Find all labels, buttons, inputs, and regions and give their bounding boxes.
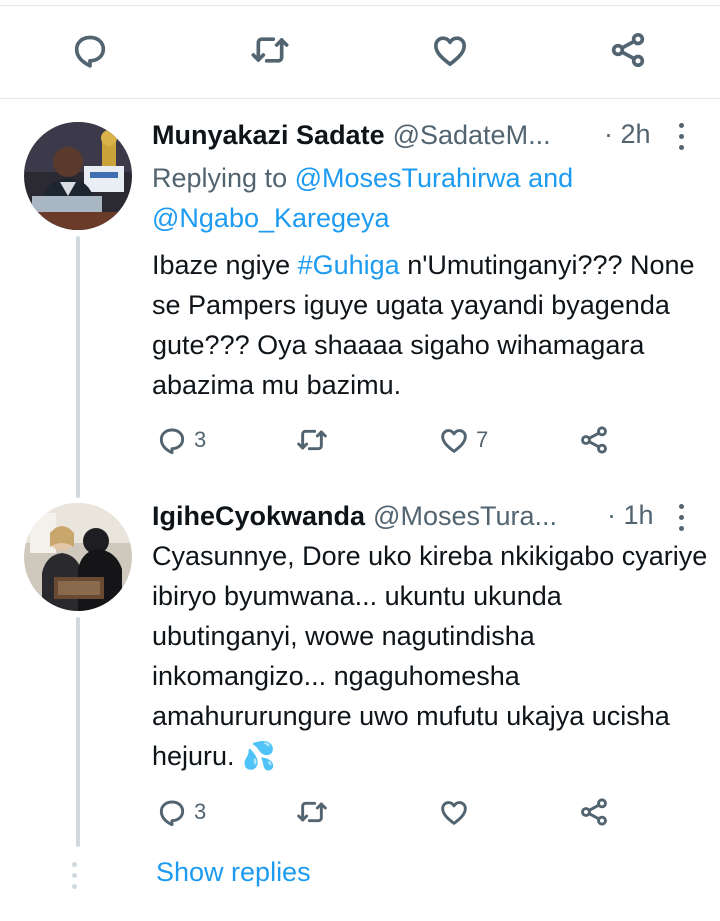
reply-count: 3	[194, 799, 207, 824]
tweet-actions: 3	[152, 792, 632, 832]
share-icon	[581, 426, 607, 454]
share-button[interactable]	[578, 792, 610, 832]
tweet-time[interactable]: · 1h	[607, 500, 654, 531]
reply-icon	[159, 800, 185, 827]
author-handle[interactable]: @MosesTura...	[373, 501, 557, 532]
tweet-text: Ibaze ngiye #Guhiga n'Umutinganyi??? Non…	[152, 245, 697, 405]
retweet-button[interactable]	[296, 420, 334, 460]
retweet-icon	[251, 37, 289, 63]
reply-button[interactable]: 3	[156, 420, 206, 460]
author-name[interactable]: IgiheCyokwanda	[152, 501, 365, 532]
avatar-photo	[24, 122, 132, 230]
more-options-icon[interactable]	[676, 123, 686, 150]
like-icon	[434, 36, 466, 66]
author-name[interactable]: Munyakazi Sadate	[152, 120, 385, 151]
tweet-header: Munyakazi Sadate @SadateM...	[152, 115, 551, 155]
section-divider	[0, 98, 720, 99]
reply-icon	[159, 428, 185, 455]
avatar-munyakazi-sadate[interactable]	[24, 122, 132, 230]
main-tweet-actions	[0, 20, 720, 80]
mention-link[interactable]: @Ngabo_Karegeya	[152, 203, 390, 233]
like-button[interactable]	[438, 792, 476, 832]
replying-to: Replying to @MosesTurahirwa and @Ngabo_K…	[152, 158, 672, 238]
mention-link[interactable]: @MosesTurahirwa	[295, 163, 521, 193]
tweet-text: Cyasunnye, Dore uko kireba nkikigabo cya…	[152, 541, 708, 771]
show-replies-link[interactable]: Show replies	[156, 857, 311, 888]
avatar-igihecyokwanda[interactable]	[24, 503, 132, 611]
like-icon	[441, 801, 467, 825]
retweet-button[interactable]	[296, 792, 334, 832]
top-divider	[0, 5, 720, 6]
share-icon	[611, 33, 645, 67]
tweet-text-part: Ibaze ngiye	[152, 250, 298, 280]
reply-button[interactable]: 3	[156, 792, 206, 832]
author-handle[interactable]: @SadateM...	[393, 120, 551, 151]
retweet-button[interactable]	[248, 28, 292, 72]
reply-count: 3	[194, 427, 207, 452]
tweet-time[interactable]: · 2h	[604, 119, 651, 150]
more-options-icon[interactable]	[676, 504, 686, 531]
tweet-header: IgiheCyokwanda @MosesTura...	[152, 496, 557, 536]
reply-icon	[74, 35, 106, 68]
share-icon	[581, 798, 607, 826]
like-button[interactable]	[428, 28, 472, 72]
like-icon	[441, 429, 467, 453]
thread-line	[76, 236, 80, 498]
retweet-icon	[297, 801, 327, 823]
like-count: 7	[476, 427, 489, 452]
hashtag-link[interactable]: #Guhiga	[298, 250, 400, 280]
replying-prefix: Replying to	[152, 163, 288, 193]
like-button[interactable]: 7	[438, 420, 488, 460]
reply-button[interactable]	[68, 28, 112, 72]
mention-and[interactable]: and	[528, 163, 573, 193]
avatar-photo	[24, 503, 132, 611]
thread-continuation-dots	[72, 862, 77, 889]
retweet-icon	[297, 429, 327, 451]
thread-line	[76, 617, 80, 847]
tweet-actions: 3 7	[152, 420, 632, 460]
share-button[interactable]	[578, 420, 610, 460]
share-button[interactable]	[606, 28, 650, 72]
